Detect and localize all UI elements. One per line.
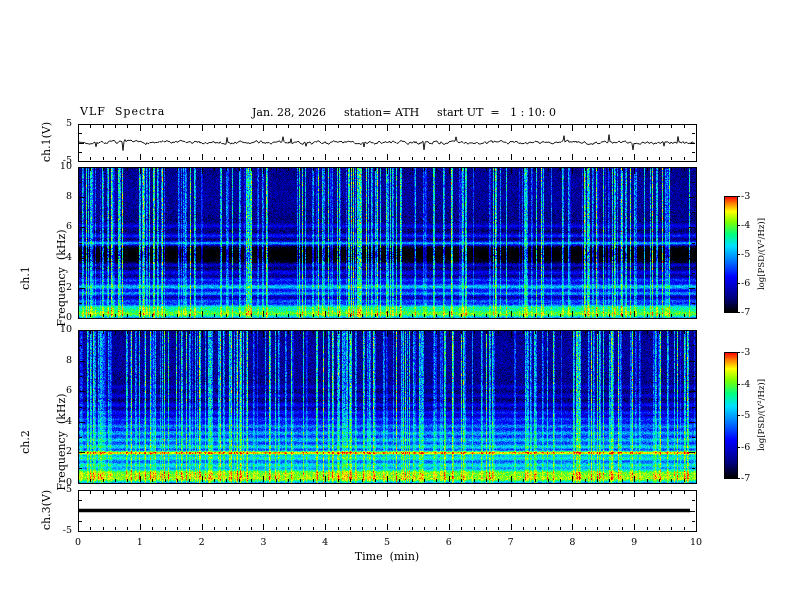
x-tick-label: 10 [689, 537, 703, 548]
x-tick-label: 0 [74, 537, 82, 548]
ch2-freq-tick-label: 4 [65, 415, 72, 427]
axis-label-line: ch.1 [19, 266, 32, 290]
x-tick-label: 8 [569, 537, 576, 548]
ch2-freq-tick-label: 6 [65, 385, 72, 397]
ch1-freq-tick-label: 6 [65, 221, 72, 233]
ch1-colorbar-tick-label: -4 [741, 220, 751, 231]
ch1-freq-tick-label: 4 [65, 251, 72, 263]
ch1-freq-tick-label: 2 [65, 281, 72, 293]
ch2-freq-tick-label: 8 [65, 354, 72, 366]
ch1-colorbar-tick-label: -7 [741, 307, 751, 318]
ch2-colorbar-tick-label: -6 [741, 441, 751, 453]
ch2-colorbar-tick-label: -7 [741, 473, 751, 484]
ch1-volt-tick-label: -5 [62, 155, 72, 166]
ch1-volt-tick-label: 5 [65, 118, 72, 129]
x-tick-label: 9 [631, 537, 638, 548]
vlf-spectra-figure: VLF Spectra Jan. 28, 2026 station= ATH s… [0, 0, 792, 612]
x-tick-label: 2 [198, 537, 205, 548]
ch1-colorbar-tick-label: -6 [741, 278, 751, 289]
ch1-frequency-axis-label: ch.1 Frequency (kHz) [0, 208, 92, 348]
ch2-freq-tick-label: 2 [65, 446, 72, 458]
ch1-colorbar-tick-label: -3 [741, 191, 751, 202]
ch2-colorbar-tick-label: -4 [741, 378, 751, 390]
ch3-volt-tick-label: 5 [65, 484, 72, 495]
x-tick-label: 6 [445, 537, 452, 548]
axes-ticks-layer [0, 0, 792, 612]
ch3-volt-tick-label: -5 [62, 525, 72, 536]
x-tick-label: 7 [507, 537, 514, 548]
ch1-colorbar-tick-label: -5 [741, 249, 751, 260]
x-tick-label: 4 [322, 537, 329, 548]
x-tick-label: 3 [260, 537, 267, 548]
axis-label-line: ch.2 [19, 430, 32, 454]
ch2-colorbar-tick-label: -5 [741, 410, 751, 421]
x-axis-title: Time (min) [354, 550, 420, 563]
x-tick-label: 1 [136, 537, 143, 548]
ch2-colorbar-tick-label: -3 [741, 347, 751, 358]
ch1-freq-tick-label: 8 [65, 191, 72, 203]
ch1-freq-tick-label: 0 [65, 312, 72, 323]
ch2-freq-tick-label: 10 [59, 324, 72, 335]
x-tick-label: 5 [383, 537, 391, 548]
